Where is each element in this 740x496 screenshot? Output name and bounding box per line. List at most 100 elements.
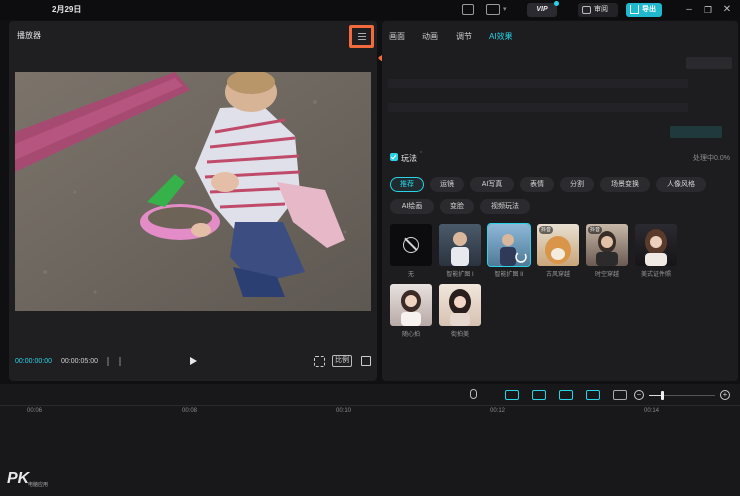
effect-item[interactable]: 美式证件照 (635, 224, 677, 278)
restore-icon[interactable]: ❐ (702, 4, 714, 16)
vip-button[interactable]: VIP (527, 1, 559, 17)
player-title: 播放器 (17, 31, 41, 40)
effect-item[interactable]: 随心拍 (390, 284, 432, 338)
person-thumbnail-image (500, 234, 527, 266)
effect-label: 时空穿越 (594, 272, 619, 278)
effect-item-none[interactable]: 无 (390, 224, 432, 278)
play-section-header: 玩法 ˆ 处理中0.0% (390, 152, 730, 164)
effect-item[interactable]: 抖音 时空穿越 (586, 224, 628, 278)
ruler-tick-label: 00:14 (644, 408, 660, 414)
fit-screen-icon[interactable] (314, 356, 325, 367)
export-button[interactable]: 导出 (626, 3, 662, 17)
player-controls: 00:00:00:00 00:00:05:00 比例 (9, 353, 377, 373)
category-chip[interactable]: AI写真 (470, 177, 514, 192)
disabled-line (388, 103, 688, 112)
timeline-panel: − + 00:06 00:08 00:10 00:12 00:14 (0, 384, 740, 496)
zoom-in-icon[interactable]: + (720, 390, 730, 400)
menu-icon (358, 33, 366, 40)
effect-item[interactable]: 街拍美 (439, 284, 481, 338)
minimize-icon[interactable]: – (683, 4, 695, 16)
ruler-tick-label: 00:12 (490, 408, 506, 414)
review-icon (582, 6, 591, 14)
category-chip[interactable]: 运镜 (430, 177, 464, 192)
title-bar: 2月29日 ▾ VIP 审阅 导出 – ❐ ✕ (0, 0, 740, 20)
category-chip[interactable]: 表情 (520, 177, 554, 192)
ratio-button[interactable]: 比例 (332, 355, 352, 367)
properties-panel: 画面 动画 调节 AI效果 玩法 ˆ 处理中0.0% 推荐 运镜 AI写真 表情… (382, 21, 738, 381)
ruler-tick-label: 00:10 (336, 408, 352, 414)
disabled-option (686, 57, 732, 69)
linkage-icon[interactable] (559, 390, 573, 400)
project-date: 2月29日 (52, 5, 82, 14)
keyboard-icon[interactable] (462, 4, 474, 15)
disabled-line (388, 79, 688, 88)
effect-thumbnail (390, 224, 432, 266)
effect-item[interactable]: 抖音 古风穿越 (537, 224, 579, 278)
disabled-generate-button (670, 126, 722, 138)
play-icon[interactable] (190, 357, 197, 365)
effect-thumbnail (439, 284, 481, 326)
tab-ai-effects[interactable]: AI效果 (489, 31, 513, 42)
player-menu-button[interactable] (349, 25, 374, 48)
category-chip[interactable]: 分割 (560, 177, 594, 192)
effect-thumbnail (635, 224, 677, 266)
category-chip[interactable]: 变脸 (440, 199, 474, 214)
timeline-toolbar: − + (0, 384, 740, 406)
video-frame-image (15, 72, 371, 311)
zoom-slider-handle[interactable] (661, 391, 665, 400)
main-track-magnet-icon[interactable] (505, 390, 519, 400)
video-preview[interactable] (15, 72, 371, 311)
effect-thumbnail: 抖音 (586, 224, 628, 266)
vip-label: VIP (536, 6, 548, 13)
effect-thumbnail (439, 224, 481, 266)
player-panel: 播放器 00:00:00:00 00:00:05:00 比例 (9, 21, 377, 381)
effect-label: 街拍美 (450, 332, 469, 338)
person-thumbnail-image (449, 289, 471, 326)
microphone-icon[interactable] (470, 389, 477, 399)
tab-adjust[interactable]: 调节 (456, 31, 472, 42)
effect-item[interactable]: 智能扩图 I (439, 224, 481, 278)
layout-icon[interactable] (486, 4, 500, 15)
close-icon[interactable]: ✕ (721, 4, 733, 16)
watermark-brand: PK (7, 470, 30, 487)
play-label: 玩法 (401, 154, 417, 163)
ruler-tick-label: 00:06 (27, 408, 43, 414)
effect-thumbnail (487, 223, 531, 267)
duration-timecode: 00:00:05:00 (61, 358, 98, 365)
play-checkbox[interactable] (390, 153, 398, 161)
category-chip[interactable]: AI绘画 (390, 199, 434, 214)
hot-badge: 抖音 (539, 226, 554, 234)
watermark-logo: PK 电脑应用 (7, 470, 67, 492)
ruler-tick-label: 00:08 (182, 408, 198, 414)
category-chip[interactable]: 人像风格 (656, 177, 706, 192)
auto-snap-icon[interactable] (532, 390, 546, 400)
effect-label: 无 (407, 272, 414, 278)
review-label: 审阅 (594, 6, 608, 13)
effect-label: 美式证件照 (640, 272, 671, 278)
zoom-slider[interactable] (649, 391, 715, 400)
export-label: 导出 (642, 6, 656, 13)
effect-item-selected[interactable]: 智能扩图 II (487, 223, 531, 278)
effect-label: 智能扩图 II (494, 272, 524, 278)
effect-thumbnail: 抖音 (537, 224, 579, 266)
effect-label: 古风穿越 (545, 272, 570, 278)
tab-picture[interactable]: 画面 (389, 31, 405, 42)
category-chip[interactable]: 推荐 (390, 177, 424, 192)
tab-animation[interactable]: 动画 (422, 31, 438, 42)
timeline-grid-icon[interactable] (107, 357, 121, 366)
chevron-up-icon[interactable]: ˆ (420, 152, 422, 159)
player-header: 播放器 (9, 21, 377, 49)
hot-badge: 抖音 (588, 226, 603, 234)
export-icon (630, 5, 639, 14)
panel-tabs: 画面 动画 调节 AI效果 (382, 21, 738, 51)
review-button[interactable]: 审阅 (578, 3, 618, 17)
disabled-ai-section (388, 55, 732, 149)
chevron-down-icon[interactable]: ▾ (503, 5, 507, 13)
category-chip[interactable]: 场景变换 (600, 177, 650, 192)
person-thumbnail-image (645, 229, 667, 266)
category-chip[interactable]: 视频玩法 (480, 199, 530, 214)
fullscreen-icon[interactable] (361, 356, 371, 366)
preview-axis-icon[interactable] (586, 390, 600, 400)
fit-timeline-icon[interactable] (613, 390, 627, 400)
zoom-out-icon[interactable]: − (634, 390, 644, 400)
